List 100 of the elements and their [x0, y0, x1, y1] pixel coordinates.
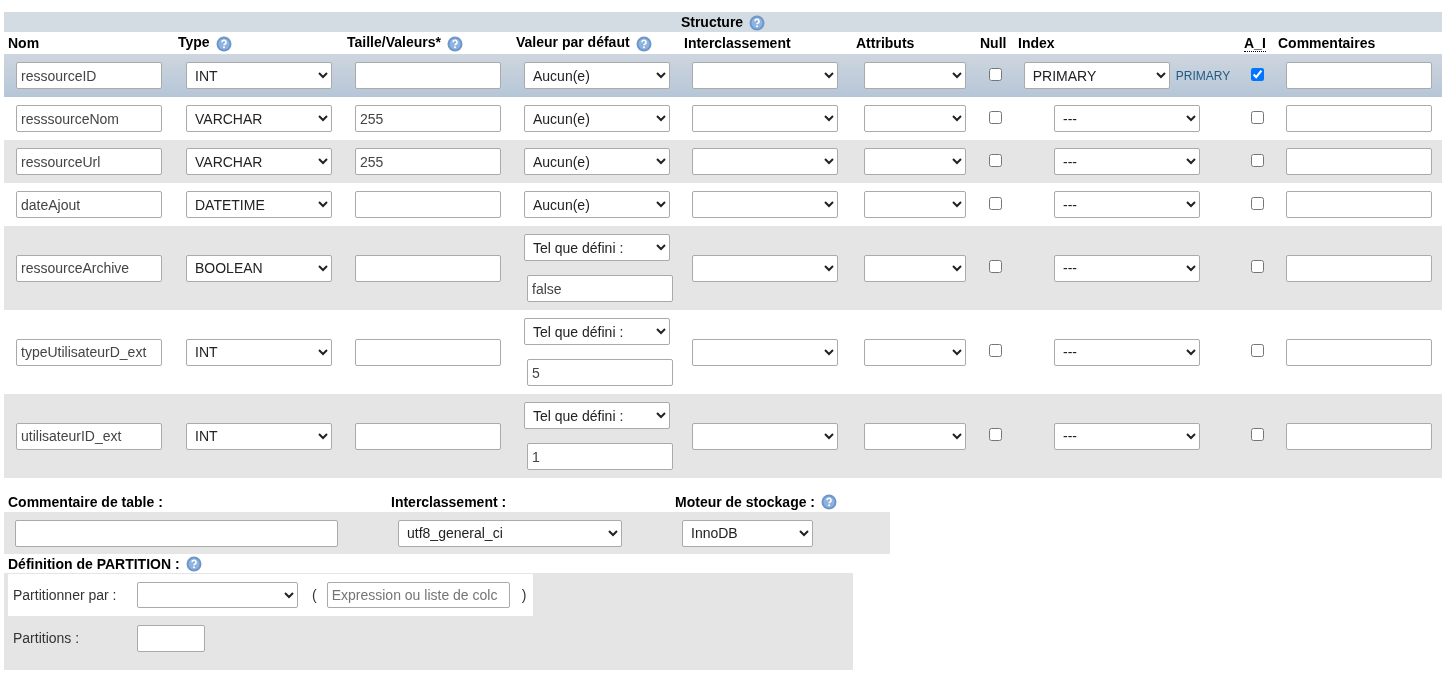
comment-field[interactable] [1286, 148, 1432, 175]
type-dropdown[interactable]: VARCHAR [186, 105, 332, 132]
attributes-dropdown[interactable] [864, 148, 966, 175]
collation-dropdown[interactable] [692, 62, 838, 89]
attributes-dropdown[interactable] [864, 105, 966, 132]
attributes-dropdown[interactable] [864, 254, 966, 282]
comment-field[interactable] [1286, 338, 1432, 366]
index-dropdown[interactable]: --- [1054, 254, 1200, 282]
null-checkbox[interactable] [988, 153, 1002, 167]
auto-increment-checkbox[interactable] [1250, 196, 1264, 210]
type-dropdown[interactable]: INT [186, 338, 332, 366]
column-header: Commentaires [1278, 35, 1376, 51]
null-checkbox[interactable] [988, 67, 1002, 81]
name-field[interactable]: ressourceUrl [16, 148, 162, 175]
partitions-label: Partitions : [13, 630, 81, 646]
length-field[interactable]: 255 [355, 105, 501, 132]
table-comment-label: Commentaire de table : [8, 494, 164, 510]
length-field[interactable]: 255 [355, 148, 501, 175]
help-icon[interactable] [215, 35, 232, 52]
null-checkbox[interactable] [988, 110, 1002, 124]
help-icon[interactable] [446, 35, 463, 52]
column-header: A_I [1244, 35, 1266, 52]
help-icon[interactable] [185, 556, 202, 572]
help-icon[interactable] [635, 35, 652, 52]
attributes-dropdown[interactable] [864, 62, 966, 89]
auto-increment-checkbox[interactable] [1250, 428, 1264, 441]
name-field[interactable]: ressourceID [16, 62, 162, 89]
parenthesis: ) [521, 587, 527, 603]
attributes-dropdown[interactable] [864, 422, 966, 450]
table-collation-dropdown[interactable]: utf8_general_ci [398, 519, 622, 547]
default-dropdown[interactable]: Tel que défini : [524, 318, 670, 345]
index-dropdown[interactable]: --- [1054, 338, 1200, 366]
auto-increment-checkbox[interactable] [1250, 67, 1264, 81]
name-field[interactable]: resssourceNom [16, 105, 162, 132]
length-field[interactable] [355, 338, 501, 366]
length-field[interactable] [355, 62, 501, 89]
null-checkbox[interactable] [988, 260, 1002, 273]
partitions-field[interactable] [137, 624, 205, 652]
column-header: Null [980, 35, 1007, 51]
length-field[interactable] [355, 254, 501, 282]
collation-dropdown[interactable] [692, 338, 838, 366]
help-icon[interactable] [821, 494, 838, 510]
partition-by-label: Partitionner par : [13, 587, 118, 603]
expression-field[interactable]: Expression ou liste de colc [326, 582, 510, 608]
column-header: Taille/Valeurs* [347, 34, 441, 51]
type-dropdown[interactable]: BOOLEAN [186, 254, 332, 282]
type-dropdown[interactable]: VARCHAR [186, 148, 332, 175]
default-dropdown[interactable]: Tel que défini : [524, 234, 670, 261]
type-dropdown[interactable]: INT [186, 422, 332, 450]
name-field[interactable]: ressourceArchive [16, 254, 162, 282]
default-dropdown[interactable]: Aucun(e) [524, 191, 670, 218]
default-value-field[interactable]: 1 [527, 443, 673, 470]
index-dropdown[interactable]: PRIMARY [1023, 62, 1170, 89]
comment-field[interactable] [1286, 422, 1432, 450]
type-dropdown[interactable]: DATETIME [186, 191, 332, 218]
index-dropdown[interactable]: --- [1054, 105, 1200, 132]
attributes-dropdown[interactable] [864, 338, 966, 366]
collation-dropdown[interactable] [692, 191, 838, 218]
default-dropdown[interactable]: Tel que défini : [524, 402, 670, 429]
comment-field[interactable] [1286, 62, 1432, 89]
storage-engine-dropdown[interactable]: InnoDB [682, 519, 813, 547]
default-dropdown[interactable]: Aucun(e) [524, 148, 670, 175]
collation-dropdown[interactable] [692, 148, 838, 175]
type-dropdown[interactable]: INT [186, 62, 332, 89]
collation-dropdown[interactable] [692, 422, 838, 450]
column-header: Interclassement [684, 35, 791, 51]
null-checkbox[interactable] [988, 196, 1002, 210]
length-field[interactable] [355, 191, 501, 218]
name-field[interactable]: utilisateurID_ext [16, 422, 162, 450]
auto-increment-checkbox[interactable] [1250, 110, 1264, 124]
auto-increment-checkbox[interactable] [1250, 344, 1264, 357]
comment-field[interactable] [1286, 254, 1432, 282]
null-checkbox[interactable] [988, 428, 1002, 441]
partition-by-dropdown[interactable] [137, 582, 298, 608]
index-dropdown[interactable]: --- [1054, 191, 1200, 218]
auto-increment-checkbox[interactable] [1250, 260, 1264, 273]
default-dropdown[interactable]: Aucun(e) [524, 62, 670, 89]
length-field[interactable] [355, 422, 501, 450]
default-dropdown[interactable]: Aucun(e) [524, 105, 670, 132]
help-icon[interactable] [749, 14, 766, 31]
index-label: PRIMARY [1175, 68, 1231, 83]
table-comment-field[interactable] [15, 519, 338, 547]
collation-label: Interclassement : [391, 494, 508, 510]
null-checkbox[interactable] [988, 344, 1002, 357]
default-value-field[interactable]: false [527, 275, 673, 302]
column-header: Attributs [856, 35, 915, 51]
collation-dropdown[interactable] [692, 105, 838, 132]
comment-field[interactable] [1286, 191, 1432, 218]
index-dropdown[interactable]: --- [1054, 422, 1200, 450]
comment-field[interactable] [1286, 105, 1432, 132]
storage-engine-label: Moteur de stockage : [675, 494, 816, 510]
name-field[interactable]: typeUtilisateurD_ext [16, 338, 162, 366]
index-dropdown[interactable]: --- [1054, 148, 1200, 175]
auto-increment-checkbox[interactable] [1250, 153, 1264, 167]
attributes-dropdown[interactable] [864, 191, 966, 218]
structure-title: Structure [680, 14, 744, 31]
collation-dropdown[interactable] [692, 254, 838, 282]
default-value-field[interactable]: 5 [527, 359, 673, 386]
name-field[interactable]: dateAjout [16, 191, 162, 218]
column-header: Index [1018, 35, 1055, 51]
